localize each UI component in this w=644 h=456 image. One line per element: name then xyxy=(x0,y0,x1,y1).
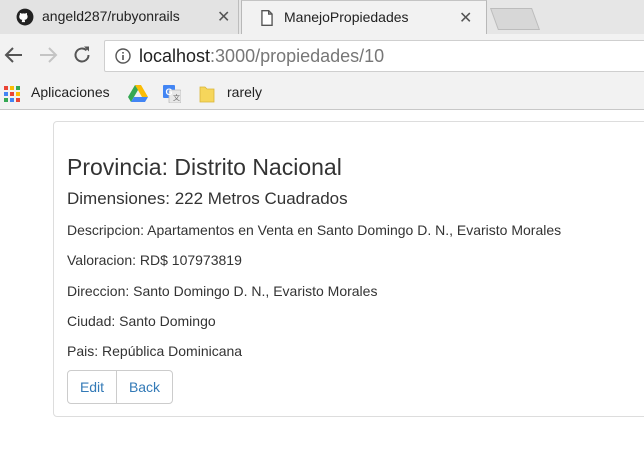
google-translate-icon[interactable]: G 文 xyxy=(163,85,181,103)
info-icon[interactable] xyxy=(115,48,131,64)
url-text: localhost:3000/propiedades/10 xyxy=(139,46,384,67)
github-icon xyxy=(16,8,34,26)
tab-manejo-propiedades[interactable]: ManejoPropiedades ✕ xyxy=(241,0,487,34)
back-arrow-icon[interactable] xyxy=(2,44,26,68)
tab-title: ManejoPropiedades xyxy=(284,9,409,25)
valoracion-text: Valoracion: RD$ 107973819 xyxy=(67,252,242,268)
close-icon[interactable]: ✕ xyxy=(459,8,472,28)
document-icon xyxy=(261,10,273,26)
svg-text:文: 文 xyxy=(173,93,180,102)
bookmarks-bar: Aplicaciones G 文 rarely xyxy=(0,78,644,110)
tab-strip: angeld287/rubyonrails ✕ ManejoPropiedade… xyxy=(0,0,644,34)
folder-icon[interactable] xyxy=(199,85,215,103)
back-button[interactable]: Back xyxy=(116,370,173,404)
provincia-heading: Provincia: Distrito Nacional xyxy=(67,154,342,180)
svg-text:G: G xyxy=(166,87,173,97)
forward-arrow-icon[interactable] xyxy=(36,44,60,68)
reload-icon[interactable] xyxy=(70,44,94,68)
url-host: localhost xyxy=(139,46,211,66)
descripcion-text: Descripcion: Apartamentos en Venta en Sa… xyxy=(67,222,562,238)
direccion-text: Direccion: Santo Domingo D. N., Evaristo… xyxy=(67,283,378,299)
ciudad-text: Ciudad: Santo Domingo xyxy=(67,313,216,329)
google-drive-icon[interactable] xyxy=(128,85,148,103)
pais-text: Pais: República Dominicana xyxy=(67,343,243,359)
browser-toolbar: localhost:3000/propiedades/10 xyxy=(0,34,644,78)
bookmark-aplicaciones[interactable]: Aplicaciones xyxy=(31,84,110,100)
tab-github[interactable]: angeld287/rubyonrails ✕ xyxy=(0,0,239,34)
tab-title: angeld287/rubyonrails xyxy=(42,8,180,24)
close-icon[interactable]: ✕ xyxy=(217,7,230,27)
edit-button[interactable]: Edit xyxy=(67,370,117,404)
dimensiones-heading: Dimensiones: 222 Metros Cuadrados xyxy=(67,189,348,208)
bookmark-rarely[interactable]: rarely xyxy=(227,84,262,100)
address-bar[interactable]: localhost:3000/propiedades/10 xyxy=(104,40,644,72)
url-path: :3000/propiedades/10 xyxy=(210,46,385,66)
apps-grid-icon[interactable] xyxy=(4,86,20,102)
new-tab-button[interactable] xyxy=(489,8,541,30)
